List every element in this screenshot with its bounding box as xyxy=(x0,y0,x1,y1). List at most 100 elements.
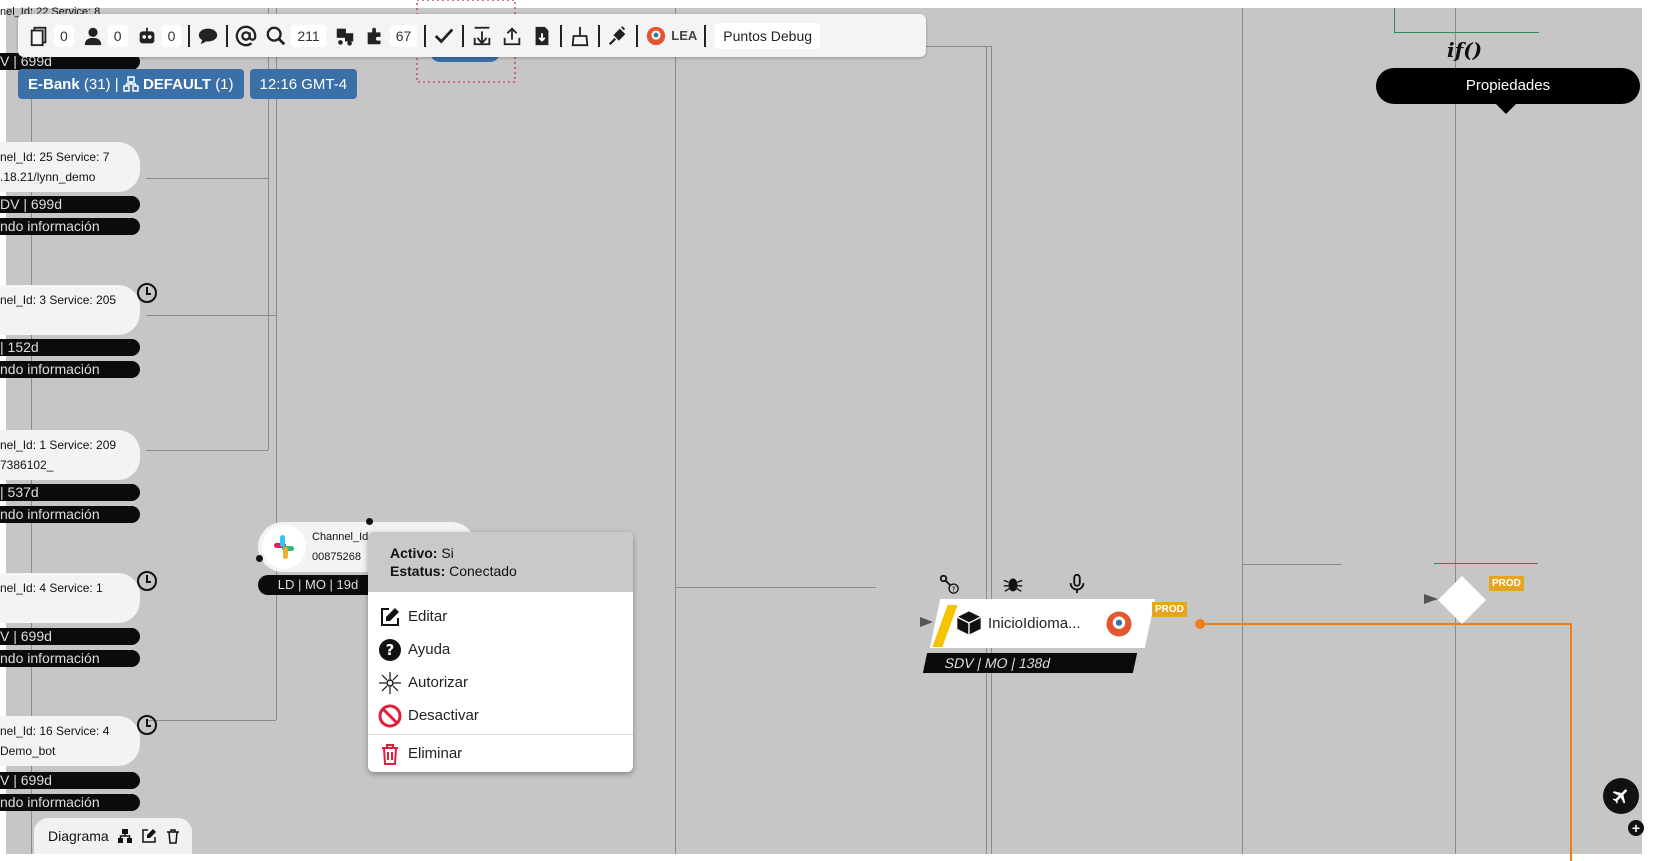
sitemap-icon xyxy=(123,76,139,92)
upload-icon xyxy=(504,26,521,45)
green-line xyxy=(1434,563,1538,564)
add-icon[interactable]: + xyxy=(1628,820,1644,836)
upload-button[interactable] xyxy=(497,21,527,51)
agents-counter[interactable]: 0 xyxy=(78,21,132,51)
delete-label: Eliminar xyxy=(408,745,463,762)
file-download-button[interactable] xyxy=(527,21,557,51)
validate-button[interactable] xyxy=(429,21,459,51)
channel-id-text: nel_Id: 16 Service: 4 xyxy=(0,724,110,738)
connector-line xyxy=(1242,8,1243,854)
slack-channel-id: Channel_Id xyxy=(312,531,369,543)
channel-stat-pill: | 152d xyxy=(0,339,140,356)
toolbar-separator xyxy=(188,24,191,47)
edit-icon[interactable] xyxy=(141,828,157,844)
toolbar-separator xyxy=(636,24,639,47)
channel-card[interactable]: nel_Id: 25 Service: 7 .18.21/lynn_demo xyxy=(0,142,140,192)
slack-channel-number: 00875268 xyxy=(312,551,361,563)
bots-counter[interactable]: 0 xyxy=(132,21,186,51)
connector-line xyxy=(146,315,276,316)
channel-card[interactable]: nel_Id: 16 Service: 4 Demo_bot xyxy=(0,716,140,766)
diagram-tab[interactable]: Diagrama xyxy=(34,818,192,854)
microphone-icon[interactable] xyxy=(1066,573,1088,595)
node-handle[interactable] xyxy=(366,518,373,525)
box-icon xyxy=(957,611,981,635)
status-label: Estatus: xyxy=(390,563,446,579)
connect-button[interactable] xyxy=(603,21,633,51)
connector-arrow xyxy=(676,587,876,588)
channel-id-text: nel_Id: 3 Service: 205 xyxy=(0,293,117,307)
channel-card[interactable]: nel_Id: 3 Service: 205 xyxy=(0,285,140,335)
channel-stat-pill: V | 699d xyxy=(0,772,140,789)
inicio-stat-pill: SDV | MO | 138d xyxy=(922,653,1138,673)
toolbar-separator xyxy=(462,24,465,47)
clock-icon[interactable] xyxy=(137,715,157,735)
authorize-menu-item[interactable]: Autorizar xyxy=(368,666,633,699)
channel-card[interactable]: nel_Id: 1 Service: 209 7386102_ xyxy=(0,430,140,480)
channel-status-pill: ndo información xyxy=(0,794,140,811)
connector-line xyxy=(146,450,268,451)
deploy-button[interactable] xyxy=(1603,778,1639,814)
connector-line xyxy=(675,8,676,854)
node-handle[interactable] xyxy=(256,555,263,562)
channel-card[interactable]: nel_Id: 4 Service: 1 xyxy=(0,573,140,623)
mentions-button[interactable] xyxy=(231,21,261,51)
clock-icon[interactable] xyxy=(137,571,157,591)
edit-icon xyxy=(381,607,399,626)
toolbar-separator xyxy=(424,24,427,47)
documents-icon xyxy=(30,26,47,46)
chat-button[interactable] xyxy=(193,21,223,51)
documents-counter[interactable]: 0 xyxy=(24,21,78,51)
puzzle-icon xyxy=(367,27,381,44)
import-button[interactable] xyxy=(467,21,497,51)
toolbar-separator xyxy=(560,24,563,47)
slack-stat-pill: LD | MO | 19d xyxy=(258,575,378,595)
plugins-counter[interactable]: 67 xyxy=(360,21,422,51)
trash-icon xyxy=(382,743,398,765)
flow-help-icon[interactable]: ? xyxy=(938,573,960,595)
deactivate-menu-item[interactable]: Desactivar xyxy=(368,699,633,732)
slack-icon xyxy=(262,525,306,569)
channel-status-pill: ndo información xyxy=(0,650,140,667)
authorize-label: Autorizar xyxy=(408,674,469,691)
search-icon xyxy=(266,26,286,45)
status-value: Conectado xyxy=(449,563,517,579)
trash-icon[interactable] xyxy=(165,828,181,844)
trucks-button[interactable] xyxy=(330,21,360,51)
channel-url-text: 7386102_ xyxy=(0,458,54,472)
bank-badge[interactable]: E-Bank (31) | DEFAULT (1) xyxy=(18,69,244,99)
check-icon xyxy=(435,28,454,43)
channel-id-text: nel_Id: 4 Service: 1 xyxy=(0,581,103,595)
if-function-label: if() xyxy=(1447,38,1483,62)
edit-menu-item[interactable]: Editar xyxy=(368,600,633,633)
trucks-icon xyxy=(336,28,353,46)
airplane-icon xyxy=(1612,789,1627,804)
svg-text:?: ? xyxy=(386,641,395,659)
edit-label: Editar xyxy=(408,608,448,625)
delete-menu-item[interactable]: Eliminar xyxy=(368,737,633,770)
clock-icon[interactable] xyxy=(137,283,157,303)
diagram-tab-label: Diagrama xyxy=(48,828,109,844)
channel-status-pill: ndo información xyxy=(0,361,140,378)
agent-icon xyxy=(84,27,102,45)
active-label: Activo: xyxy=(390,545,438,561)
clean-button[interactable] xyxy=(565,21,595,51)
at-sign-icon xyxy=(236,25,257,46)
search-counter[interactable]: 211 xyxy=(261,21,329,51)
properties-tooltip: Propiedades xyxy=(1376,68,1640,114)
channel-id-text: nel_Id: 1 Service: 209 xyxy=(0,438,117,452)
bug-icon[interactable] xyxy=(1002,573,1024,595)
bank-name: E-Bank xyxy=(28,75,80,93)
documents-count: 0 xyxy=(54,24,74,47)
time-badge: 12:16 GMT-4 xyxy=(249,69,358,99)
debug-points-button[interactable]: Puntos Debug xyxy=(715,22,821,49)
lea-label: LEA xyxy=(671,28,698,43)
help-menu-item[interactable]: ? Ayuda xyxy=(368,633,633,666)
channel-url-text: .18.21/lynn_demo xyxy=(0,170,96,184)
sitemap-icon[interactable] xyxy=(117,828,133,844)
environment-count: (1) xyxy=(215,75,234,93)
lea-button[interactable]: LEA xyxy=(641,21,701,51)
channel-url-text: Demo_bot xyxy=(0,744,56,758)
inicio-node-label: InicioIdioma... xyxy=(988,615,1081,632)
broom-icon xyxy=(571,26,589,46)
flow-canvas[interactable] xyxy=(6,8,1642,854)
